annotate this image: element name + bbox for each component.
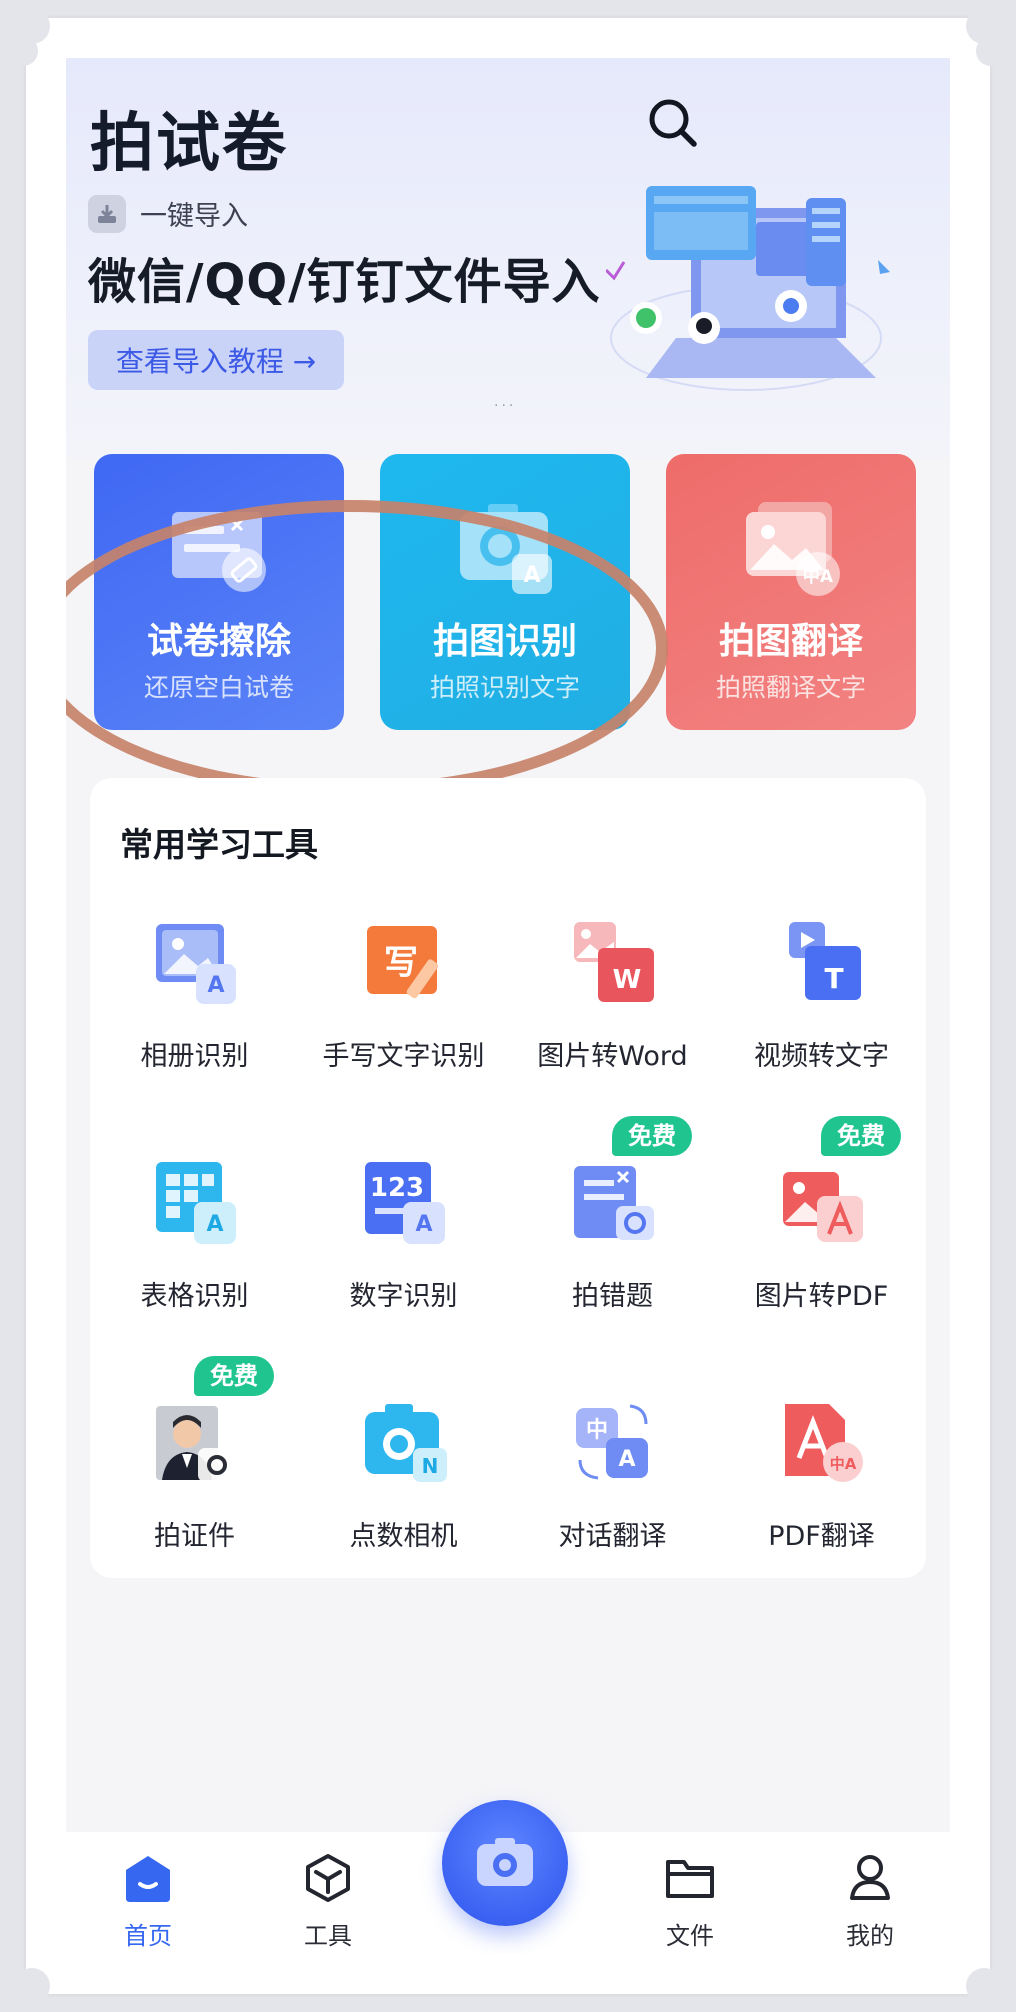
tool-label: 点数相机 <box>349 1521 458 1552</box>
eraser-paper-icon <box>172 512 266 592</box>
tool-video-to-text[interactable]: T 视频转文字 <box>717 878 926 1108</box>
laptop-illustration <box>606 186 890 391</box>
tool-dialog-translate[interactable]: 中 A 对话翻译 <box>508 1358 717 1588</box>
image-to-word-icon: W <box>574 922 654 1002</box>
free-badge: 免费 <box>821 1116 901 1156</box>
camera-scan-icon: A <box>460 504 552 594</box>
svg-text:中A: 中A <box>830 1455 857 1473</box>
free-badge: 免费 <box>612 1116 692 1156</box>
svg-text:中A: 中A <box>803 566 834 587</box>
free-badge: 免费 <box>194 1356 274 1396</box>
video-to-text-icon: T <box>789 922 861 1000</box>
feature-card-photo-translate[interactable]: 中A 拍图翻译 拍照翻译文字 <box>666 454 916 730</box>
import-banner[interactable]: 拍试卷 一键导入 微信/QQ/钉钉文件导入 查看导入教程 → ··· <box>66 58 950 458</box>
nav-label: 我的 <box>846 1922 894 1950</box>
download-icon <box>88 194 126 233</box>
tool-id-photo[interactable]: 免费 拍证件 <box>90 1356 299 1588</box>
frame-notch <box>976 36 1006 66</box>
tool-label: 图片转Word <box>537 1041 688 1072</box>
nav-tools[interactable]: 工具 <box>268 1852 388 1952</box>
tool-album-ocr[interactable]: A 相册识别 <box>90 878 299 1108</box>
carousel-indicator: ··· <box>494 398 517 414</box>
search-icon <box>649 99 697 147</box>
tool-label: 视频转文字 <box>754 1041 889 1072</box>
tool-label: PDF翻译 <box>768 1521 875 1552</box>
app-screen: 拍试卷 一键导入 微信/QQ/钉钉文件导入 查看导入教程 → ··· 试卷擦除 … <box>66 58 950 1954</box>
folder-icon <box>666 1860 714 1898</box>
feature-card-subtitle: 还原空白试卷 <box>143 673 294 702</box>
svg-text:N: N <box>422 1454 439 1478</box>
study-tools-panel: 常用学习工具 A 相册识别 写 手写文字识别 W 图片转Word T 视频转文字… <box>90 778 926 1578</box>
handwriting-icon: 写 <box>367 926 439 999</box>
tool-image-to-word[interactable]: W 图片转Word <box>508 878 717 1108</box>
tool-label: 拍错题 <box>572 1281 653 1312</box>
tool-image-to-pdf[interactable]: 免费 图片转PDF <box>717 1116 926 1348</box>
frame-notch <box>8 36 38 66</box>
feature-card-title: 试卷擦除 <box>146 621 291 662</box>
camera-icon <box>477 1838 533 1886</box>
svg-text:A: A <box>206 1212 223 1237</box>
profile-icon <box>850 1855 890 1900</box>
tool-label: 手写文字识别 <box>322 1041 485 1072</box>
frame-notch <box>14 1968 50 2004</box>
svg-text:W: W <box>613 965 642 995</box>
nav-files[interactable]: 文件 <box>630 1852 750 1952</box>
tool-handwriting-ocr[interactable]: 写 手写文字识别 <box>299 878 508 1108</box>
table-ocr-icon: A <box>156 1162 236 1244</box>
feature-card-photo-ocr[interactable]: A 拍图识别 拍照识别文字 <box>380 454 630 730</box>
home-icon <box>126 1856 170 1902</box>
svg-text:中: 中 <box>586 1418 608 1443</box>
svg-text:A: A <box>207 973 224 998</box>
nav-label: 首页 <box>124 1922 172 1950</box>
tool-wrong-question[interactable]: 免费 拍错题 <box>508 1116 717 1348</box>
nav-profile[interactable]: 我的 <box>810 1852 930 1952</box>
tools-cube-icon <box>306 1854 350 1902</box>
feature-card-subtitle: 拍照翻译文字 <box>715 673 866 702</box>
svg-text:A: A <box>523 563 540 588</box>
nav-label: 工具 <box>304 1922 352 1950</box>
svg-text:123: 123 <box>370 1173 424 1203</box>
svg-text:A: A <box>618 1447 635 1472</box>
feature-cards: 试卷擦除 还原空白试卷 A 拍图识别 拍照识别文字 中A 拍图翻译 拍照翻译文字 <box>94 454 922 734</box>
feature-card-subtitle: 拍照识别文字 <box>429 673 580 702</box>
nav-label: 文件 <box>666 1922 714 1950</box>
import-subtitle: 一键导入 <box>140 201 248 232</box>
id-photo-icon <box>156 1406 236 1482</box>
svg-text:写: 写 <box>384 943 418 983</box>
tool-label: 表格识别 <box>140 1281 249 1312</box>
svg-text:A: A <box>415 1212 432 1237</box>
import-subtitle-row: 一键导入 <box>88 194 248 233</box>
tool-label: 数字识别 <box>349 1281 458 1312</box>
svg-text:T: T <box>824 962 843 995</box>
feature-card-title: 拍图翻译 <box>718 621 863 662</box>
tool-pdf-translate[interactable]: 中A PDF翻译 <box>717 1358 926 1588</box>
frame-notch <box>966 1968 1002 2004</box>
tool-count-camera[interactable]: N 点数相机 <box>299 1358 508 1588</box>
count-camera-icon: N <box>365 1404 447 1482</box>
image-translate-icon: 中A <box>746 502 840 596</box>
tool-label: 对话翻译 <box>558 1521 667 1552</box>
image-to-pdf-icon <box>783 1172 863 1242</box>
tutorial-button[interactable]: 查看导入教程 → <box>88 330 344 390</box>
tool-label: 相册识别 <box>140 1041 249 1072</box>
tool-label: 图片转PDF <box>754 1281 889 1312</box>
tool-label: 拍证件 <box>154 1521 235 1552</box>
dialog-translate-icon: 中 A <box>576 1404 648 1480</box>
import-title: 微信/QQ/钉钉文件导入 <box>88 254 601 310</box>
wrong-question-icon <box>574 1166 654 1240</box>
tool-number-ocr[interactable]: 123 A 数字识别 <box>299 1118 508 1348</box>
nav-home[interactable]: 首页 <box>88 1852 208 1952</box>
camera-capture-button[interactable] <box>442 1800 568 1926</box>
pdf-translate-icon: 中A <box>785 1404 863 1482</box>
number-ocr-icon: 123 A <box>365 1162 445 1244</box>
feature-card-title: 拍图识别 <box>432 621 577 662</box>
search-button[interactable] <box>644 94 704 154</box>
tool-table-ocr[interactable]: A 表格识别 <box>90 1118 299 1348</box>
album-ocr-icon: A <box>156 924 236 1004</box>
page-title: 拍试卷 <box>90 107 288 181</box>
section-title: 常用学习工具 <box>120 825 318 864</box>
feature-card-paper-erase[interactable]: 试卷擦除 还原空白试卷 <box>94 454 344 730</box>
